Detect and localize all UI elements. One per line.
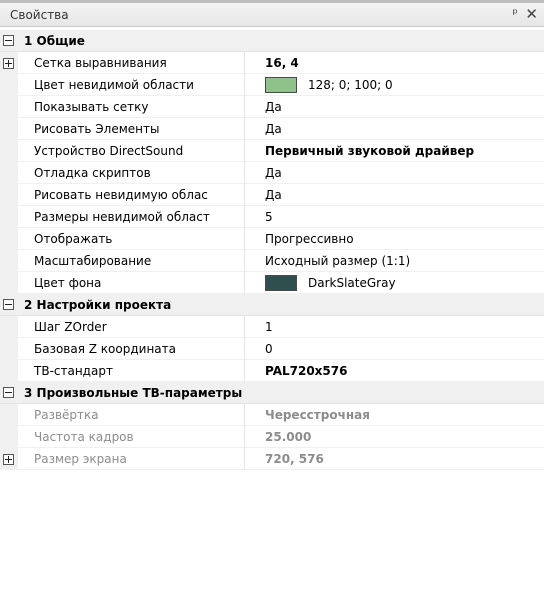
- property-grid: 1 Общие Сетка выравнивания 16, 4 Цвет не…: [0, 30, 544, 470]
- property-value[interactable]: 25.000: [245, 426, 544, 448]
- close-icon[interactable]: ✕: [525, 5, 538, 23]
- property-row-tv-standard[interactable]: ТВ-стандарт PAL720x576: [0, 359, 544, 382]
- category-label: 2 Настройки проекта: [24, 297, 172, 312]
- property-value[interactable]: Чересстрочная: [245, 404, 544, 426]
- property-value[interactable]: Первичный звуковой драйвер: [245, 140, 544, 162]
- property-value[interactable]: DarkSlateGray: [245, 272, 544, 294]
- property-row-draw-invisible[interactable]: Рисовать невидимую облас Да: [0, 183, 544, 206]
- property-name: Рисовать Элементы: [18, 117, 245, 140]
- property-row-display[interactable]: Отображать Прогрессивно: [0, 227, 544, 250]
- category-custom-tv-params[interactable]: 3 Произвольные ТВ-параметры: [0, 382, 544, 404]
- pin-icon[interactable]: ᵖ: [512, 7, 518, 22]
- property-value[interactable]: Исходный размер (1:1): [245, 250, 544, 272]
- property-name: Рисовать невидимую облас: [18, 183, 245, 206]
- property-name: Частота кадров: [18, 425, 245, 448]
- property-row-scan[interactable]: Развёртка Чересстрочная: [0, 403, 544, 426]
- panel-titlebar: Свойства ᵖ ✕: [0, 3, 544, 27]
- panel-title: Свойства: [10, 7, 69, 22]
- property-row-draw-elements[interactable]: Рисовать Элементы Да: [0, 117, 544, 140]
- collapse-icon[interactable]: [3, 387, 14, 398]
- property-row-zorder-step[interactable]: Шаг ZOrder 1: [0, 315, 544, 338]
- property-value[interactable]: Да: [245, 184, 544, 206]
- property-name: Показывать сетку: [18, 95, 245, 118]
- color-swatch: [265, 274, 297, 291]
- property-name: Сетка выравнивания: [18, 51, 245, 74]
- property-value[interactable]: 128; 0; 100; 0: [245, 74, 544, 96]
- property-value[interactable]: 720, 576: [245, 448, 544, 470]
- property-value[interactable]: Да: [245, 162, 544, 184]
- property-name: Размеры невидимой област: [18, 205, 245, 228]
- property-value[interactable]: PAL720x576: [245, 360, 544, 382]
- property-name: Отображать: [18, 227, 245, 250]
- property-value-text: 128; 0; 100; 0: [308, 77, 393, 92]
- collapse-icon[interactable]: [3, 35, 14, 46]
- property-name: Масштабирование: [18, 249, 245, 272]
- property-name: Размер экрана: [18, 447, 245, 470]
- property-name: Развёртка: [18, 403, 245, 426]
- property-row-snap-grid[interactable]: Сетка выравнивания 16, 4: [0, 51, 544, 74]
- property-value-text: DarkSlateGray: [308, 275, 396, 290]
- category-project-settings[interactable]: 2 Настройки проекта: [0, 294, 544, 316]
- category-label: 3 Произвольные ТВ-параметры: [24, 385, 243, 400]
- property-value[interactable]: Да: [245, 96, 544, 118]
- property-value[interactable]: 16, 4: [245, 52, 544, 74]
- collapse-icon[interactable]: [3, 299, 14, 310]
- property-value[interactable]: Прогрессивно: [245, 228, 544, 250]
- property-name: Шаг ZOrder: [18, 315, 245, 338]
- property-row-invisible-size[interactable]: Размеры невидимой област 5: [0, 205, 544, 228]
- property-name: Отладка скриптов: [18, 161, 245, 184]
- property-name: Цвет фона: [18, 271, 245, 294]
- category-label: 1 Общие: [24, 33, 85, 48]
- property-value[interactable]: Да: [245, 118, 544, 140]
- property-value[interactable]: 1: [245, 316, 544, 338]
- property-row-script-debug[interactable]: Отладка скриптов Да: [0, 161, 544, 184]
- property-value[interactable]: 0: [245, 338, 544, 360]
- property-name: Устройство DirectSound: [18, 139, 245, 162]
- color-swatch: [265, 76, 297, 93]
- property-row-show-grid[interactable]: Показывать сетку Да: [0, 95, 544, 118]
- property-value[interactable]: 5: [245, 206, 544, 228]
- property-row-invisible-color[interactable]: Цвет невидимой области 128; 0; 100; 0: [0, 73, 544, 96]
- property-row-directsound[interactable]: Устройство DirectSound Первичный звуково…: [0, 139, 544, 162]
- property-row-screen-size[interactable]: Размер экрана 720, 576: [0, 447, 544, 470]
- property-row-scaling[interactable]: Масштабирование Исходный размер (1:1): [0, 249, 544, 272]
- property-name: ТВ-стандарт: [18, 359, 245, 382]
- property-row-base-z[interactable]: Базовая Z координата 0: [0, 337, 544, 360]
- category-general[interactable]: 1 Общие: [0, 30, 544, 52]
- property-row-frame-rate[interactable]: Частота кадров 25.000: [0, 425, 544, 448]
- expand-icon[interactable]: [3, 453, 14, 465]
- property-name: Базовая Z координата: [18, 337, 245, 360]
- property-row-background-color[interactable]: Цвет фона DarkSlateGray: [0, 271, 544, 294]
- expand-icon[interactable]: [3, 57, 14, 69]
- property-name: Цвет невидимой области: [18, 73, 245, 96]
- properties-panel: Свойства ᵖ ✕ 1 Общие Сетка выравнивания …: [0, 0, 544, 596]
